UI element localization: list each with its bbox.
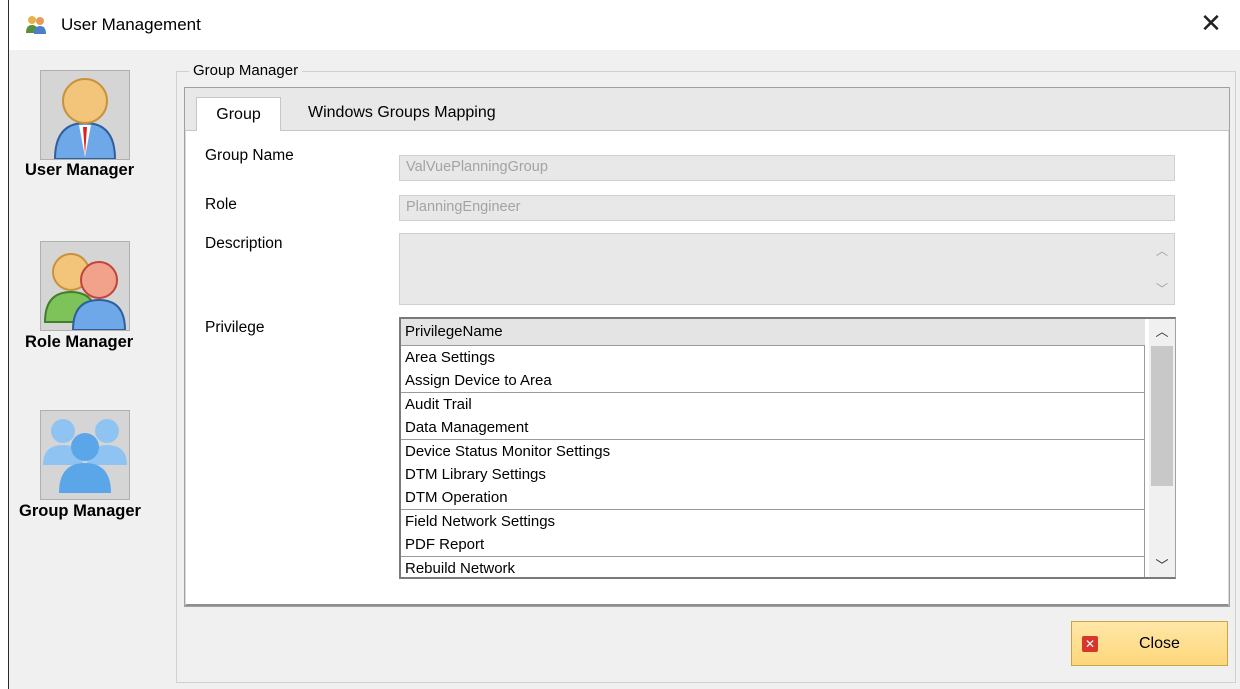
close-icon: ✕ bbox=[1082, 636, 1098, 652]
role-manager-label: Role Manager bbox=[25, 333, 134, 351]
scroll-down-icon[interactable]: ﹀ bbox=[1156, 280, 1168, 297]
user-management-window: User Management ✕ User Manager Role Mana… bbox=[8, 0, 1240, 689]
privilege-row[interactable]: Audit Trail bbox=[401, 392, 1145, 417]
scroll-down-icon[interactable]: ﹀ bbox=[1149, 555, 1175, 577]
role-field[interactable]: PlanningEngineer bbox=[399, 195, 1175, 221]
tab-strip: Group Windows Groups Mapping bbox=[185, 88, 1229, 133]
role-manager-button[interactable] bbox=[40, 241, 130, 331]
window-close-icon[interactable]: ✕ bbox=[1193, 8, 1229, 42]
description-field[interactable]: ︿ ﹀ bbox=[399, 233, 1175, 305]
scrollbar-thumb[interactable] bbox=[1151, 346, 1173, 486]
privilege-row[interactable]: DTM Library Settings bbox=[401, 463, 1145, 487]
tab-panel-group: Group Name ValVuePlanningGroup Role Plan… bbox=[185, 131, 1229, 606]
tab-control: Group Windows Groups Mapping Group Name … bbox=[184, 87, 1230, 607]
privilege-row[interactable]: Device Status Monitor Settings bbox=[401, 439, 1145, 464]
title-bar: User Management ✕ bbox=[9, 0, 1240, 50]
privilege-grid-header[interactable]: PrivilegeName bbox=[401, 319, 1145, 346]
privilege-grid-scrollbar[interactable]: ︿ ﹀ bbox=[1149, 319, 1175, 577]
group-manager-label: Group Manager bbox=[19, 502, 141, 520]
privilege-row[interactable]: PDF Report bbox=[401, 533, 1145, 558]
privilege-row[interactable]: Area Settings bbox=[401, 346, 1145, 370]
group-icon bbox=[43, 419, 127, 493]
role-label: Role bbox=[205, 196, 237, 213]
close-button-label: Close bbox=[1139, 635, 1180, 652]
scroll-up-icon[interactable]: ︿ bbox=[1156, 242, 1168, 259]
group-manager-button[interactable] bbox=[40, 410, 130, 500]
close-button[interactable]: ✕ Close bbox=[1071, 621, 1228, 666]
privilege-row[interactable]: DTM Operation bbox=[401, 486, 1145, 511]
privilege-row[interactable]: Field Network Settings bbox=[401, 509, 1145, 534]
scroll-up-icon[interactable]: ︿ bbox=[1149, 321, 1175, 345]
privilege-grid[interactable]: PrivilegeName Area Settings Assign Device… bbox=[399, 317, 1176, 579]
privilege-row[interactable]: Assign Device to Area bbox=[401, 369, 1145, 394]
user-manager-button[interactable] bbox=[40, 70, 130, 160]
privilege-row[interactable]: Rebuild Network bbox=[401, 556, 1145, 577]
window-title: User Management bbox=[61, 15, 201, 34]
description-label: Description bbox=[205, 235, 283, 252]
group-manager-legend: Group Manager bbox=[189, 62, 303, 79]
background-edge bbox=[0, 0, 8, 689]
privilege-row[interactable]: Data Management bbox=[401, 416, 1145, 441]
group-name-label: Group Name bbox=[205, 147, 294, 164]
user-manager-label: User Manager bbox=[25, 161, 135, 179]
users-icon bbox=[26, 16, 46, 34]
tab-windows-groups-mapping[interactable]: Windows Groups Mapping bbox=[308, 104, 496, 122]
group-name-field[interactable]: ValVuePlanningGroup bbox=[399, 155, 1175, 181]
user-icon bbox=[53, 78, 117, 160]
privilege-label: Privilege bbox=[205, 319, 265, 336]
role-icon bbox=[43, 253, 127, 331]
tab-group[interactable]: Group bbox=[196, 97, 281, 133]
